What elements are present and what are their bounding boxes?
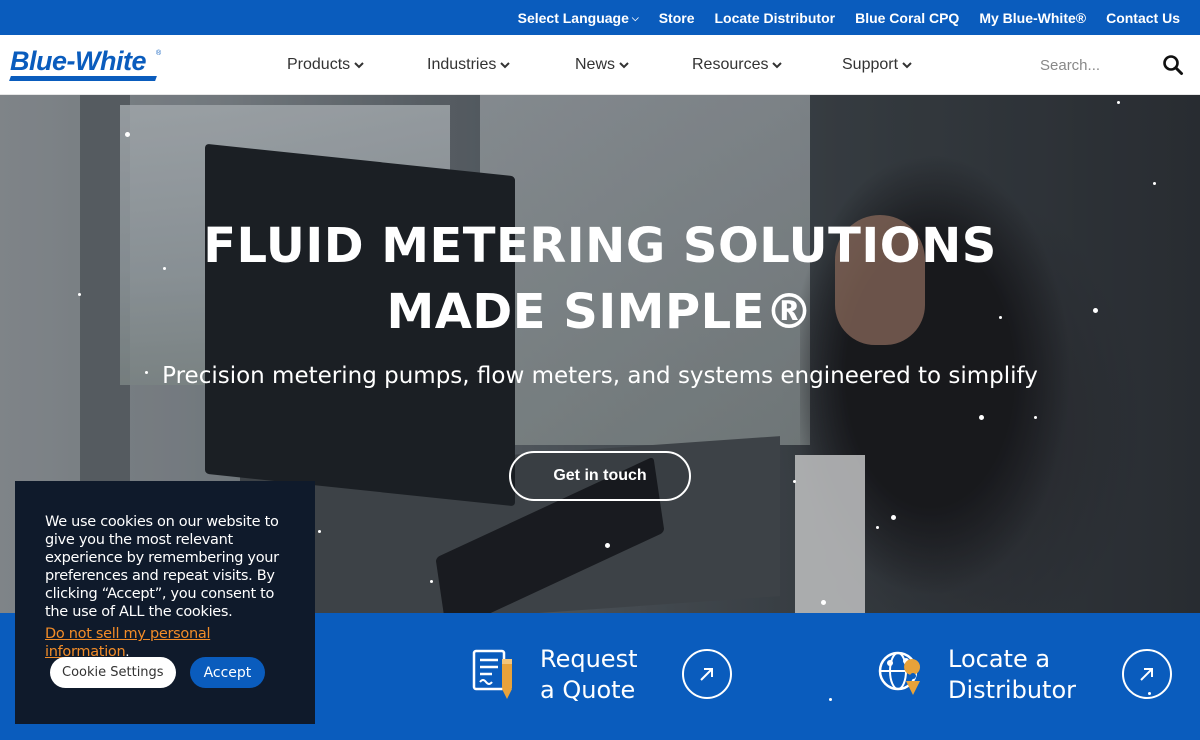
particle-dot [979, 415, 984, 420]
contact-us-link[interactable]: Contact Us [1106, 10, 1180, 26]
request-quote-title: Request a Quote [540, 644, 638, 706]
nav-products-label: Products [287, 56, 351, 73]
store-link[interactable]: Store [659, 10, 695, 26]
arrow-up-right-icon [700, 668, 713, 681]
nav-news[interactable]: News [575, 35, 629, 95]
nav-resources[interactable]: Resources [692, 35, 783, 95]
request-quote-title-line2: a Quote [540, 676, 636, 704]
cookie-message: We use cookies on our website to give yo… [45, 514, 279, 620]
get-in-touch-button[interactable]: Get in touch [509, 451, 691, 501]
select-language-label: Select Language [517, 9, 629, 26]
cookie-settings-button[interactable]: Cookie Settings [50, 657, 176, 688]
hero-title: FLUID METERING SOLUTIONS MADE SIMPLE® [203, 218, 997, 340]
cookie-button-row: Cookie Settings Accept [50, 657, 266, 688]
particle-dot [430, 580, 433, 583]
particle-dot [605, 543, 610, 548]
cookie-consent-banner: We use cookies on our website to give yo… [15, 481, 315, 724]
cookie-link-row: Do not sell my personal information. [45, 625, 291, 661]
search-input[interactable] [1030, 47, 1150, 83]
particle-dot [1093, 308, 1098, 313]
chevron-down-icon [619, 61, 629, 68]
logo-underline-bar [9, 76, 157, 81]
locate-distributor-link[interactable]: Locate Distributor [715, 10, 836, 26]
particle-dot [318, 530, 321, 533]
nav-support-label: Support [842, 56, 899, 73]
chevron-down-icon [902, 61, 912, 68]
select-language-link[interactable]: Select Language ⌵ [518, 10, 639, 26]
particle-dot [821, 600, 826, 605]
particle-dot [125, 132, 130, 137]
quote-document-icon [472, 649, 512, 699]
particle-dot [829, 698, 832, 701]
particle-dot [1034, 416, 1037, 419]
blue-coral-cpq-link[interactable]: Blue Coral CPQ [855, 10, 959, 26]
nav-products[interactable]: Products [287, 35, 364, 95]
locate-distributor-card[interactable]: Locate a Distributor [876, 613, 1176, 740]
nav-industries-label: Industries [427, 56, 497, 73]
particle-dot [1153, 182, 1156, 185]
chevron-down-icon [772, 61, 783, 68]
request-quote-arrow-button[interactable] [682, 649, 732, 699]
particle-dot [1148, 692, 1151, 695]
request-quote-card[interactable]: Request a Quote [470, 613, 740, 740]
nav-resources-label: Resources [692, 56, 769, 73]
hero-subtitle: Precision metering pumps, flow meters, a… [162, 363, 1038, 389]
particle-dot [891, 515, 896, 520]
blue-white-logo[interactable]: Blue-White ® [9, 46, 162, 83]
particle-dot [876, 526, 879, 529]
request-quote-title-line1: Request [540, 645, 638, 673]
chevron-down-icon: ⌵ [631, 13, 639, 23]
particle-dot [78, 293, 81, 296]
chevron-down-icon [500, 61, 511, 68]
locate-distributor-title: Locate a Distributor [948, 644, 1076, 706]
nav-support[interactable]: Support [842, 35, 912, 95]
utility-bar: Select Language ⌵ Store Locate Distribut… [0, 0, 1200, 35]
main-header: Blue-White ® Products Industries News Re… [0, 35, 1200, 95]
locate-distributor-title-line1: Locate a [948, 645, 1051, 673]
locate-distributor-title-line2: Distributor [948, 676, 1077, 704]
arrow-up-right-icon [1140, 668, 1153, 681]
chevron-down-icon [354, 61, 364, 68]
logo-registered-mark: ® [156, 50, 162, 57]
nav-industries[interactable]: Industries [427, 35, 511, 95]
cookie-accept-button[interactable]: Accept [189, 657, 266, 688]
search-icon[interactable] [1160, 52, 1186, 78]
logo-text: Blue-White [10, 46, 147, 76]
locate-distributor-arrow-button[interactable] [1122, 649, 1172, 699]
particle-dot [793, 480, 796, 483]
utility-links: Select Language ⌵ Store Locate Distribut… [518, 0, 1180, 35]
nav-news-label: News [575, 56, 616, 73]
globe-location-icon [878, 651, 921, 695]
particle-dot [1117, 101, 1120, 104]
my-blue-white-link[interactable]: My Blue-White® [979, 10, 1086, 26]
